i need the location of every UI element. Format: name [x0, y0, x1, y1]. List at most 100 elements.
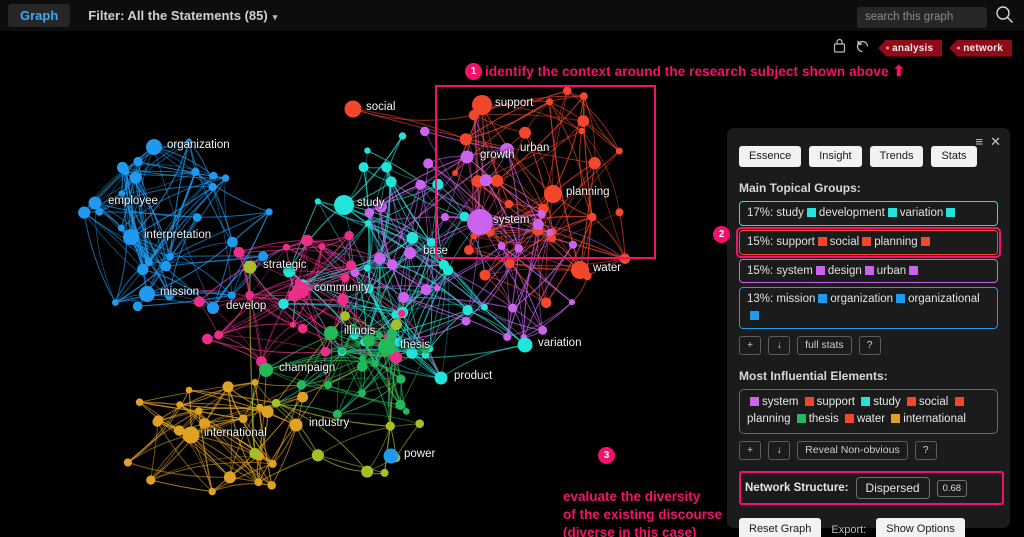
annotation-3-line2: of the existing discourse [563, 507, 723, 523]
topical-term: social [829, 235, 860, 248]
topical-group-3[interactable]: 13%: mission organization organizational [739, 287, 998, 329]
annotation-1-copy: identify the context around the research… [485, 64, 889, 79]
topical-add-button[interactable]: + [739, 335, 762, 356]
influential-item[interactable]: water [857, 413, 885, 425]
influential-item[interactable]: planning [747, 413, 790, 425]
color-swatch-icon [861, 397, 871, 407]
influential-item[interactable]: thesis [809, 413, 839, 425]
insights-panel: ≡ ✕ Essence Insight Trends Stats Main To… [727, 128, 1010, 537]
topical-term: urban [876, 264, 907, 277]
color-swatch-icon [946, 208, 956, 218]
panel-header-icons: ≡ ✕ [976, 135, 1002, 148]
color-swatch-icon [906, 397, 916, 407]
top-bar: Graph Filter: All the Statements (85) ▾ [0, 0, 1024, 31]
topical-group-0[interactable]: 17%: study development variation [739, 201, 998, 226]
chip-dot-icon [957, 46, 961, 50]
chip-dot-icon [886, 46, 890, 50]
color-swatch-icon [750, 310, 759, 320]
topical-group-percent: 17%: [747, 207, 774, 220]
search-icon[interactable] [995, 5, 1014, 29]
chevron-down-icon: ▾ [272, 12, 278, 22]
search-input[interactable] [857, 6, 987, 28]
annotation-text-1: identify the context around the research… [485, 62, 905, 80]
annotation-badge-1: 1 [465, 63, 482, 80]
color-swatch-icon [796, 414, 806, 424]
color-swatch-icon [815, 265, 825, 275]
topical-term: study [776, 207, 804, 220]
color-swatch-icon [954, 397, 964, 407]
show-options-button[interactable]: Show Options [876, 518, 965, 537]
undo-icon[interactable] [854, 37, 871, 59]
color-swatch-icon [804, 397, 814, 407]
annotation-3-line3: (diverse in this case) [563, 525, 697, 537]
influential-help-button[interactable]: ? [914, 440, 937, 461]
tag-chip-label: analysis [892, 42, 934, 54]
tab-essence[interactable]: Essence [739, 146, 802, 168]
influential-item[interactable]: social [919, 396, 948, 408]
network-structure-row: Network Structure: Dispersed 0.68 [739, 471, 1004, 506]
network-structure-value[interactable]: Dispersed [855, 477, 930, 500]
topical-term: organization [830, 293, 894, 306]
annotation-badge-3: 3 [598, 447, 615, 464]
annotation-badge-2: 2 [713, 226, 730, 243]
influential-add-button[interactable]: + [739, 440, 762, 461]
color-swatch-icon [864, 265, 874, 275]
search-area [857, 5, 1014, 29]
topical-term: planning [874, 235, 918, 248]
color-swatch-icon [896, 294, 906, 304]
tab-trends[interactable]: Trends [869, 146, 924, 168]
topical-term: variation [899, 207, 944, 220]
color-swatch-icon [887, 208, 897, 218]
influential-item[interactable]: international [903, 413, 966, 425]
panel-menu-icon[interactable]: ≡ [976, 135, 984, 148]
lock-icon[interactable] [832, 37, 847, 59]
graph-tag-row: analysis network [832, 37, 1012, 59]
topical-term: development [818, 207, 885, 220]
filter-dropdown[interactable]: Filter: All the Statements (85) ▾ [88, 8, 277, 23]
color-swatch-icon [862, 236, 872, 246]
annotation-3-line1: evaluate the diversity [563, 489, 701, 504]
export-label: Export: [831, 523, 867, 536]
color-swatch-icon [920, 236, 930, 246]
panel-footer-row: Reset Graph Export: Show Options [739, 518, 998, 537]
tag-chip-analysis[interactable]: analysis [878, 39, 943, 57]
arrow-up-icon: ⬆ [892, 63, 906, 80]
panel-tabs: Essence Insight Trends Stats [739, 146, 998, 168]
reveal-non-obvious-button[interactable]: Reveal Non-obvious [797, 440, 908, 461]
influential-item[interactable]: support [817, 396, 855, 408]
main-topical-groups-title: Main Topical Groups: [739, 181, 861, 196]
reset-graph-button[interactable]: Reset Graph [739, 518, 822, 537]
topical-group-1[interactable]: 15%: support social planning [736, 226, 1001, 258]
influential-item[interactable]: system [762, 396, 798, 408]
topical-term: design [827, 264, 862, 277]
full-stats-button[interactable]: full stats [797, 335, 852, 356]
topical-group-percent: 15%: [747, 235, 774, 248]
tag-chip-label: network [963, 42, 1003, 54]
close-icon[interactable]: ✕ [990, 135, 1001, 148]
influential-download-button[interactable]: ↓ [768, 440, 791, 461]
app-root: social support organization growth urban empl… [0, 0, 1024, 537]
topical-term: organizational [908, 293, 980, 306]
most-influential-title: Most Influential Elements: [739, 369, 888, 384]
topical-group-2[interactable]: 15%: system design urban [739, 258, 998, 284]
influential-item[interactable]: study [873, 396, 901, 408]
topical-group-percent: 15%: [747, 264, 774, 277]
topical-term: support [776, 235, 815, 248]
network-structure-label: Network Structure: [745, 482, 849, 495]
color-swatch-icon [818, 294, 828, 304]
topical-term: mission [776, 293, 816, 306]
color-swatch-icon [909, 265, 919, 275]
topical-help-button[interactable]: ? [858, 335, 881, 356]
tag-chip-network[interactable]: network [949, 39, 1012, 57]
color-swatch-icon [750, 397, 759, 407]
tab-stats[interactable]: Stats [931, 146, 977, 168]
color-swatch-icon [891, 414, 901, 424]
topical-buttons-row: + ↓ full stats ? [739, 335, 998, 356]
tab-insight[interactable]: Insight [809, 146, 862, 168]
color-swatch-icon [817, 236, 827, 246]
color-swatch-icon [806, 208, 816, 218]
graph-button[interactable]: Graph [8, 4, 71, 27]
topical-download-button[interactable]: ↓ [768, 335, 791, 356]
filter-label-text: Filter: All the Statements (85) [88, 8, 268, 23]
topical-term: system [776, 264, 813, 277]
